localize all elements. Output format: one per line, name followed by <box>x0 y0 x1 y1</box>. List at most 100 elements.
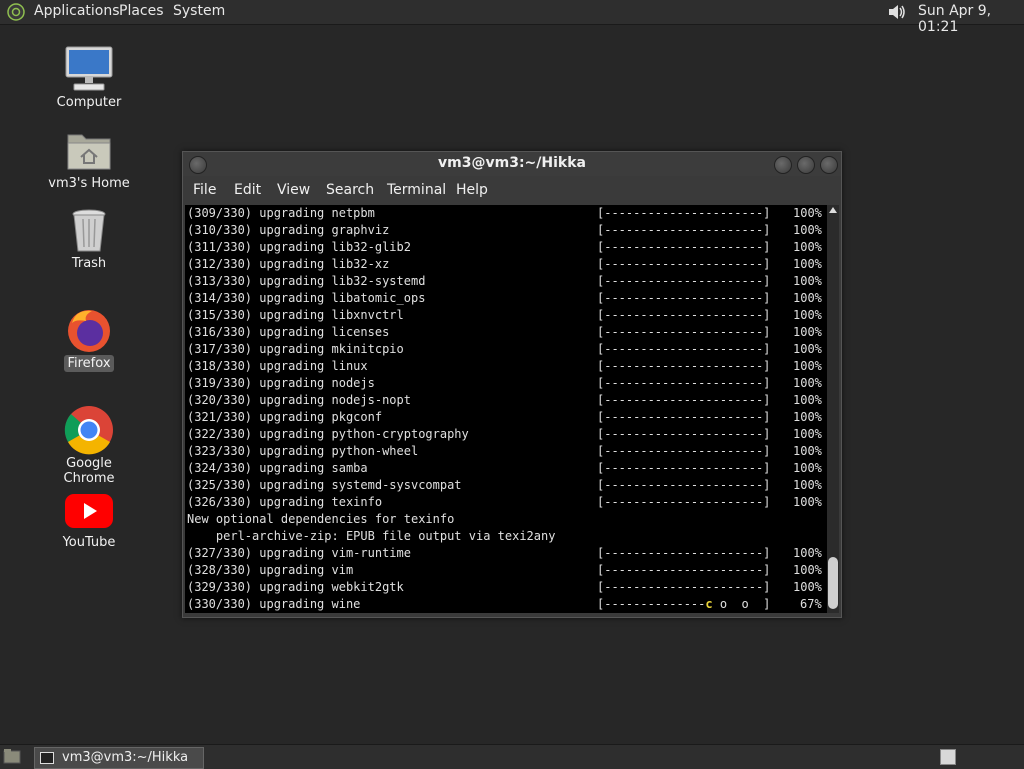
terminal-line: (318/330) upgrading linux [--------------… <box>187 358 827 375</box>
progress-bar: [----------------------] <box>597 444 771 458</box>
terminal-lines: (309/330) upgrading netpbm [-------------… <box>187 205 827 613</box>
terminal-window[interactable]: vm3@vm3:~/Hikka File Edit View Search Te… <box>182 151 842 618</box>
progress-percent: 100% <box>793 325 822 339</box>
desktop-icon-home[interactable]: vm3's Home <box>39 125 139 192</box>
terminal-line-text: (312/330) upgrading lib32-xz <box>187 257 390 271</box>
progress-percent: 100% <box>793 410 822 424</box>
terminal-line-text: (318/330) upgrading linux <box>187 359 368 373</box>
terminal-line: (326/330) upgrading texinfo [------------… <box>187 494 827 511</box>
progress-bar: [----------------------] <box>597 461 771 475</box>
progress-bar: [----------------------] <box>597 563 771 577</box>
firefox-icon <box>68 310 110 352</box>
terminal-line-text: (324/330) upgrading samba <box>187 461 368 475</box>
window-title: vm3@vm3:~/Hikka <box>438 155 586 171</box>
progress-bar: [----------------------] <box>597 257 771 271</box>
desktop-icon-firefox[interactable]: Firefox <box>39 305 139 372</box>
scroll-up-arrow-icon[interactable] <box>829 207 837 213</box>
bottom-panel: vm3@vm3:~/Hikka <box>0 744 1024 769</box>
menu-system[interactable]: System <box>173 3 225 19</box>
progress-percent: 100% <box>793 427 822 441</box>
window-titlebar[interactable]: vm3@vm3:~/Hikka <box>183 152 841 176</box>
progress-bar: [----------------------] <box>597 546 771 560</box>
youtube-icon <box>65 494 113 528</box>
terminal-line-text: New optional dependencies for texinfo <box>187 512 455 526</box>
terminal-line: (325/330) upgrading systemd-sysvcompat [-… <box>187 477 827 494</box>
minimize-button[interactable] <box>774 156 792 174</box>
progress-percent: 100% <box>793 359 822 373</box>
progress-percent: 100% <box>793 393 822 407</box>
terminal-line-text: (327/330) upgrading vim-runtime <box>187 546 411 560</box>
chrome-icon <box>64 406 113 455</box>
progress-percent: 100% <box>793 342 822 356</box>
computer-icon <box>65 46 113 91</box>
desktop-icon-chrome[interactable]: Google Chrome <box>39 405 139 487</box>
home-folder-icon <box>67 134 111 170</box>
progress-percent: 100% <box>793 257 822 271</box>
progress-percent: 100% <box>793 546 822 560</box>
progress-bar: [----------------------] <box>597 342 771 356</box>
progress-percent: 100% <box>793 478 822 492</box>
progress-percent: 100% <box>793 461 822 475</box>
terminal-line: (327/330) upgrading vim-runtime [--------… <box>187 545 827 562</box>
menu-places[interactable]: Places <box>119 3 164 19</box>
terminal-line-text: (315/330) upgrading libxnvctrl <box>187 308 404 322</box>
progress-percent: 100% <box>793 580 822 594</box>
desktop-icon-label: YouTube <box>62 535 116 550</box>
progress-done: [-------------- <box>597 597 706 611</box>
workspace-switcher[interactable] <box>940 749 956 765</box>
terminal-line-text: (326/330) upgrading texinfo <box>187 495 383 509</box>
terminal-line-text: (322/330) upgrading python-cryptography <box>187 427 469 441</box>
maximize-button[interactable] <box>797 156 815 174</box>
menu-help[interactable]: Help <box>456 182 488 198</box>
terminal-line-text: (323/330) upgrading python-wheel <box>187 444 419 458</box>
terminal-icon <box>40 752 54 764</box>
menu-view[interactable]: View <box>277 182 310 198</box>
menu-file[interactable]: File <box>193 182 216 198</box>
progress-percent: 100% <box>793 376 822 390</box>
menu-terminal[interactable]: Terminal <box>387 182 446 198</box>
progress-bar: [----------------------] <box>597 410 771 424</box>
progress-percent: 100% <box>793 274 822 288</box>
terminal-line: (313/330) upgrading lib32-systemd [------… <box>187 273 827 290</box>
terminal-line: (320/330) upgrading nodejs-nopt [--------… <box>187 392 827 409</box>
terminal-line-text: (329/330) upgrading webkit2gtk <box>187 580 404 594</box>
terminal-output[interactable]: (309/330) upgrading netpbm [-------------… <box>185 205 827 613</box>
terminal-line-text: (317/330) upgrading mkinitcpio <box>187 342 404 356</box>
terminal-line: (311/330) upgrading lib32-glib2 [--------… <box>187 239 827 256</box>
progress-percent: 100% <box>793 444 822 458</box>
desktop-icon-computer[interactable]: Computer <box>39 44 139 111</box>
show-desktop-icon[interactable] <box>3 748 21 765</box>
terminal-line: (329/330) upgrading webkit2gtk [---------… <box>187 579 827 596</box>
pacman-glyph: c <box>705 597 713 611</box>
terminal-line: New optional dependencies for texinfo <box>187 511 827 528</box>
menu-edit[interactable]: Edit <box>234 182 261 198</box>
taskbar-item-terminal[interactable]: vm3@vm3:~/Hikka <box>34 747 204 769</box>
terminal-line: (324/330) upgrading samba [--------------… <box>187 460 827 477</box>
terminal-line: (315/330) upgrading libxnvctrl [---------… <box>187 307 827 324</box>
terminal-line: (330/330) upgrading wine [--------------c… <box>187 596 827 613</box>
progress-bar: [----------------------] <box>597 308 771 322</box>
terminal-line: (314/330) upgrading libatomic_ops [------… <box>187 290 827 307</box>
terminal-line-text: (313/330) upgrading lib32-systemd <box>187 274 426 288</box>
terminal-scrollbar[interactable] <box>827 205 839 613</box>
progress-percent: 100% <box>793 563 822 577</box>
volume-icon[interactable] <box>886 2 908 22</box>
terminal-line-text: (316/330) upgrading licenses <box>187 325 390 339</box>
progress-percent: 100% <box>793 206 822 220</box>
progress-bar: [----------------------] <box>597 359 771 373</box>
desktop-icon-label: vm3's Home <box>48 176 130 191</box>
scroll-thumb[interactable] <box>828 557 838 609</box>
desktop-icon-trash[interactable]: Trash <box>39 205 139 272</box>
menu-applications[interactable]: Applications <box>34 3 120 19</box>
clock[interactable]: Sun Apr 9, 01:21 <box>918 3 1024 35</box>
distro-logo-icon[interactable] <box>7 3 25 21</box>
terminal-line-text: (320/330) upgrading nodejs-nopt <box>187 393 411 407</box>
progress-bar: [----------------------] <box>597 427 771 441</box>
desktop-icon-youtube[interactable]: YouTube <box>39 490 139 551</box>
taskbar-item-label: vm3@vm3:~/Hikka <box>62 750 189 765</box>
close-button[interactable] <box>820 156 838 174</box>
progress-bar: [----------------------] <box>597 478 771 492</box>
progress-bar: [--------------c o o ] <box>597 596 770 613</box>
menu-search[interactable]: Search <box>326 182 374 198</box>
progress-bar: [----------------------] <box>597 376 771 390</box>
